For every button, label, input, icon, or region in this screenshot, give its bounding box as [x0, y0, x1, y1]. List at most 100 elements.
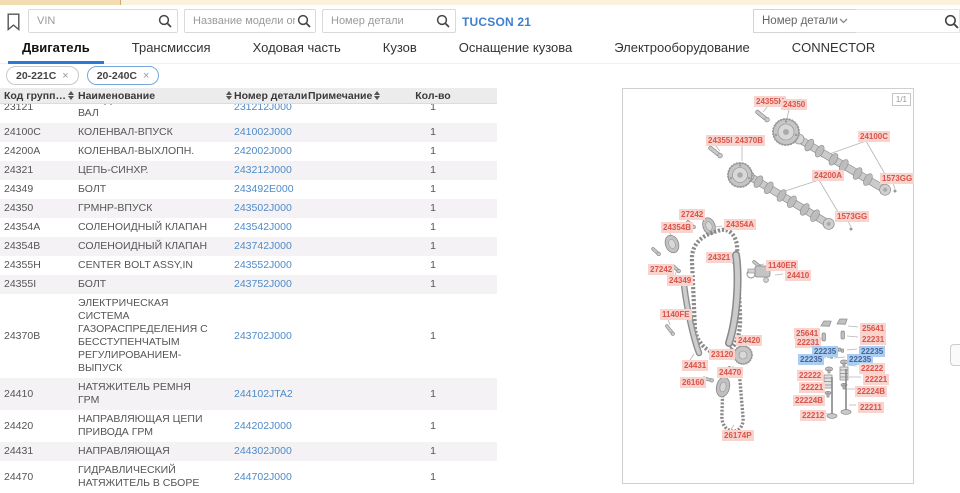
diagram-label-24355I[interactable]: 24355I	[706, 135, 734, 146]
diagram-label-22224B[interactable]: 22224B	[855, 386, 887, 397]
part-number-link[interactable]: 243752J000	[234, 278, 292, 290]
diagram-label-24200A[interactable]: 24200A	[812, 170, 844, 181]
part-number-link[interactable]: 244202J000	[234, 420, 292, 432]
diagram-label-27242[interactable]: 27242	[679, 209, 705, 220]
diagram-label-22224B[interactable]: 22224B	[793, 395, 825, 406]
tab-трансмиссия[interactable]: Трансмиссия	[118, 36, 225, 64]
edge-widget-fragment[interactable]	[950, 344, 960, 366]
parts-catalog-page: TUCSON 21 Номер детали Двигатель Трансмис…	[0, 0, 960, 493]
part-number-link[interactable]: 241002J000	[234, 126, 292, 138]
part-number-link[interactable]: 243212J000	[234, 164, 292, 176]
tab-двигатель[interactable]: Двигатель	[8, 36, 104, 64]
section-nav: Двигатель Трансмиссия Ходовая часть Кузов Ос…	[0, 36, 960, 64]
tab-кузов[interactable]: Кузов	[369, 36, 431, 64]
search-type-select[interactable]: Номер детали	[753, 9, 857, 33]
table-row-24370B[interactable]: 24370BЭЛЕКТРИЧЕСКАЯ СИСТЕМА ГАЗОРАСПРЕДЕ…	[0, 294, 497, 378]
search-icon[interactable]	[297, 14, 311, 28]
table-row-24350[interactable]: 24350ГРМНР-ВПУСК243502J0001	[0, 199, 497, 218]
part-number-link[interactable]: 243702J000	[234, 330, 292, 342]
cell-part-name: CENTER BOLT ASSY,IN	[78, 259, 234, 272]
tab-connector[interactable]: CONNECTOR	[778, 36, 890, 64]
sort-icon[interactable]	[226, 91, 232, 100]
diagram-label-24321[interactable]: 24321	[706, 252, 732, 263]
search-icon[interactable]	[944, 14, 958, 28]
diagram-label-24470[interactable]: 24470	[717, 367, 743, 378]
search-icon[interactable]	[436, 14, 450, 28]
diagram-label-26160[interactable]: 26160	[680, 377, 706, 388]
diagram-label-22211[interactable]: 22211	[858, 402, 884, 413]
cell-part-name: ЦЕПЬ-СИНХР.	[78, 164, 234, 177]
table-row-24354B[interactable]: 24354BСОЛЕНОИДНЫЙ КЛАПАН243742J0001	[0, 237, 497, 256]
part-number-link[interactable]: 242002J000	[234, 145, 292, 157]
column-header-3[interactable]: Примечание	[308, 90, 402, 102]
diagram-label-24349[interactable]: 24349	[667, 275, 693, 286]
diagram-label-1573GG[interactable]: 1573GG	[835, 211, 869, 222]
diagram-label-24350[interactable]: 24350	[781, 99, 807, 110]
part-number-link[interactable]: 244702J000	[234, 471, 292, 483]
chip-20-221c[interactable]: 20-221C×	[6, 66, 79, 85]
diagram-label-24100C[interactable]: 24100C	[858, 131, 890, 142]
column-header-0[interactable]: Код групп…	[0, 90, 78, 102]
part-number-link[interactable]: 243502J000	[234, 202, 292, 214]
diagram-label-22221[interactable]: 22221	[799, 382, 825, 393]
diagram-label-26174P[interactable]: 26174P	[722, 430, 754, 441]
diagram-label-24354A[interactable]: 24354A	[724, 219, 756, 230]
cell-group-code: 24354B	[0, 240, 78, 253]
current-model-link[interactable]: TUCSON 21	[462, 15, 531, 29]
cell-quantity: 1	[402, 278, 464, 291]
diagram-label-22212[interactable]: 22212	[800, 410, 826, 421]
diagram-label-22235[interactable]: 22235	[798, 354, 824, 365]
sort-icon[interactable]	[374, 91, 380, 100]
table-row-24200A[interactable]: 24200AКОЛЕНВАЛ-ВЫХЛОПН.242002J0001	[0, 142, 497, 161]
chip-remove-icon[interactable]: ×	[143, 70, 149, 82]
tab-ходовая-часть[interactable]: Ходовая часть	[239, 36, 355, 64]
diagram-label-24410[interactable]: 24410	[785, 270, 811, 281]
diagram-label-23120[interactable]: 23120	[709, 349, 735, 360]
sort-icon[interactable]	[68, 91, 74, 100]
column-header-2[interactable]: Номер детали	[234, 90, 308, 102]
chip-remove-icon[interactable]: ×	[62, 70, 68, 82]
diagram-label-1573GG[interactable]: 1573GG	[880, 173, 914, 184]
tab-оснащение-кузова[interactable]: Оснащение кузова	[445, 36, 586, 64]
part-number-link[interactable]: 243742J000	[234, 240, 292, 252]
diagram-label-1140FE[interactable]: 1140FE	[660, 309, 692, 320]
column-header-label: Номер детали	[234, 90, 307, 102]
part-number-link[interactable]: 244102JTA2	[234, 388, 293, 400]
table-row-24349[interactable]: 24349БОЛТ243492E0001	[0, 180, 497, 199]
diagram-label-22222[interactable]: 22222	[797, 370, 823, 381]
part-number-link[interactable]: 243492E000	[234, 183, 294, 195]
table-row-24321[interactable]: 24321ЦЕПЬ-СИНХР.243212J0001	[0, 161, 497, 180]
diagram-label-24354B[interactable]: 24354B	[661, 222, 693, 233]
diagram-label-22222[interactable]: 22222	[859, 363, 885, 374]
diagram-label-24431[interactable]: 24431	[682, 360, 708, 371]
diagram-label-24370B[interactable]: 24370B	[733, 135, 765, 146]
part-number-link[interactable]: 244302J000	[234, 445, 292, 457]
table-row-24431[interactable]: 24431НАПРАВЛЯЮЩАЯ244302J0001	[0, 442, 497, 461]
tab-электрооборудование[interactable]: Электрооборудование	[600, 36, 764, 64]
cell-quantity: 1	[402, 388, 464, 401]
part-number-link[interactable]: 243542J000	[234, 221, 292, 233]
table-row-24355H[interactable]: 24355HCENTER BOLT ASSY,IN243552J0001	[0, 256, 497, 275]
table-row-24355I[interactable]: 24355IБОЛТ243752J0001	[0, 275, 497, 294]
table-row-24410[interactable]: 24410НАТЯЖИТЕЛЬ РЕМНЯ ГРМ244102JTA21	[0, 378, 497, 410]
cell-quantity: 1	[402, 259, 464, 272]
table-row-24420[interactable]: 24420НАПРАВЛЯЮЩАЯ ЦЕПИ ПРИВОДА ГРМ244202…	[0, 410, 497, 442]
part-number-link[interactable]: 231212J000	[234, 104, 292, 113]
cell-group-code: 24354A	[0, 221, 78, 234]
diagram-label-24420[interactable]: 24420	[736, 335, 762, 346]
bookmark-icon[interactable]	[6, 13, 21, 31]
chip-20-240c[interactable]: 20-240C×	[87, 66, 160, 85]
search-icon[interactable]	[158, 14, 172, 28]
diagram-label-25641[interactable]: 25641	[860, 323, 886, 334]
part-number-link[interactable]: 243552J000	[234, 259, 292, 271]
table-row-24100C[interactable]: 24100CКОЛЕНВАЛ-ВПУСК241002J0001	[0, 123, 497, 142]
diagram-label-22221[interactable]: 22221	[863, 374, 889, 385]
diagram-label-22231[interactable]: 22231	[860, 334, 886, 345]
table-row-23121[interactable]: 23121ЗВЕЗДОЧКА-КОЛЕНЧАТ. ВАЛ231212J0001	[0, 104, 497, 123]
table-row-24470[interactable]: 24470ГИДРАВЛИЧЕСКИЙ НАТЯЖИТЕЛЬ В СБОРЕ24…	[0, 461, 497, 493]
column-header-1[interactable]: Наименование	[78, 90, 234, 102]
cell-part-number: 243752J000	[234, 278, 308, 291]
diagram-label-27242[interactable]: 27242	[648, 264, 674, 275]
vin-search-input[interactable]	[28, 9, 178, 33]
table-row-24354A[interactable]: 24354AСОЛЕНОИДНЫЙ КЛАПАН243542J0001	[0, 218, 497, 237]
